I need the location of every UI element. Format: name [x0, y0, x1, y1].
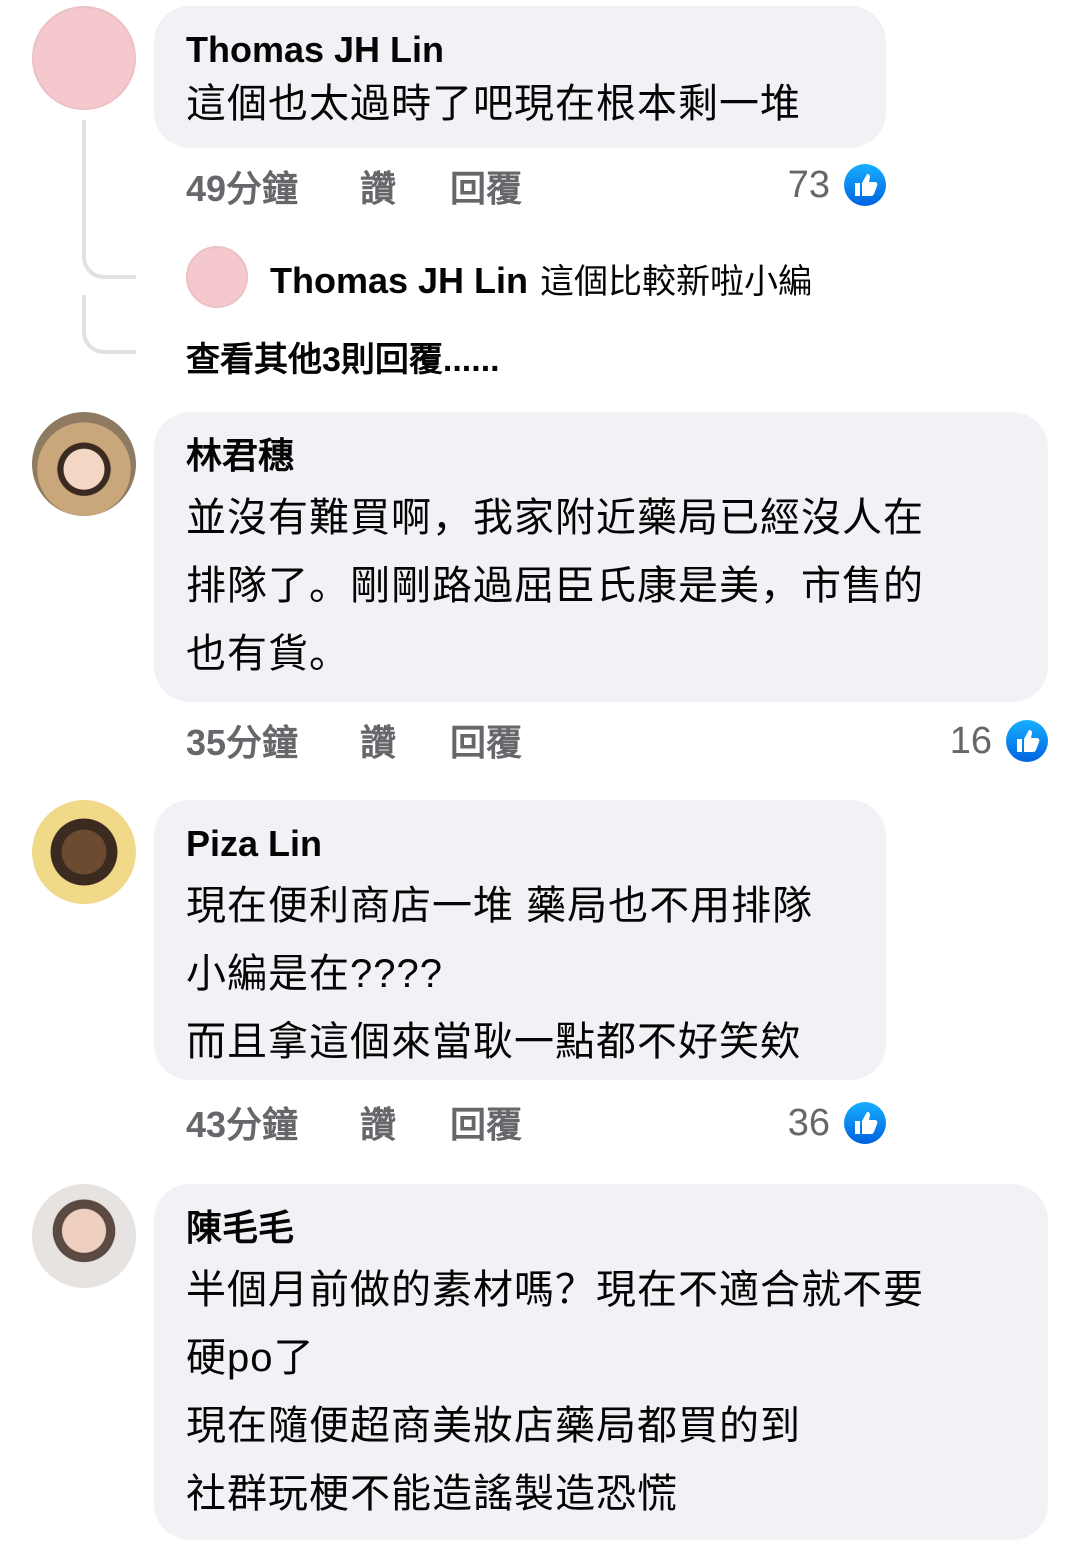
avatar[interactable]	[186, 246, 248, 308]
like-thumbs-up-icon	[844, 164, 886, 206]
comment-line: 現在隨便超商美妝店藥局都買的到	[186, 1404, 801, 1448]
reply-preview[interactable]: Thomas JH Lin 這個比較新啦小編	[270, 254, 812, 303]
comment-line: 硬po了	[186, 1336, 315, 1380]
reply-button[interactable]: 回覆	[450, 164, 522, 214]
comment-line: 社群玩梗不能造謠製造恐慌	[186, 1472, 678, 1516]
reaction-count-number: 16	[949, 720, 992, 762]
comment-author[interactable]: 陳毛毛	[186, 1206, 1016, 1250]
reaction-count-number: 73	[787, 164, 830, 206]
view-more-replies-link[interactable]: 查看其他3則回覆......	[186, 332, 500, 381]
reaction-count-number: 36	[787, 1102, 830, 1144]
comment-bubble: Thomas JH Lin 這個也太過時了吧現在根本剩一堆	[154, 6, 886, 148]
reply-button[interactable]: 回覆	[450, 1100, 522, 1150]
comment-actions: 49分鐘 讚 回覆	[186, 164, 586, 214]
comment-author[interactable]: 林君穗	[186, 434, 1016, 478]
thread-branch	[82, 295, 136, 354]
like-thumbs-up-icon	[844, 1102, 886, 1144]
comment-line: 這個也太過時了吧現在根本剩一堆	[186, 82, 801, 126]
comment-line: 並沒有難買啊，我家附近藥局已經沒人在	[186, 496, 924, 540]
comment-author[interactable]: Piza Lin	[186, 822, 854, 866]
comment-time[interactable]: 43分鐘	[186, 1100, 298, 1150]
avatar[interactable]	[32, 1184, 136, 1288]
thread-branch	[82, 225, 136, 279]
comment-bubble: Piza Lin 現在便利商店一堆 藥局也不用排隊 小編是在???? 而且拿這個…	[154, 800, 886, 1080]
reaction-count[interactable]: 16	[860, 716, 1048, 766]
comment-line: 小編是在????	[186, 952, 443, 996]
reply-author[interactable]: Thomas JH Lin	[270, 260, 528, 301]
comment-bubble: 林君穗 並沒有難買啊，我家附近藥局已經沒人在 排隊了。剛剛路過屈臣氏康是美，市售…	[154, 412, 1048, 702]
comment-line: 也有貨。	[186, 632, 350, 676]
avatar[interactable]	[32, 6, 136, 110]
comment-author[interactable]: Thomas JH Lin	[186, 28, 854, 72]
comment-line: 而且拿這個來當耿一點都不好笑欸	[186, 1020, 801, 1064]
comment-bubble: 陳毛毛 半個月前做的素材嗎？現在不適合就不要 硬po了 現在隨便超商美妝店藥局都…	[154, 1184, 1048, 1540]
reply-button[interactable]: 回覆	[450, 718, 522, 768]
reaction-count[interactable]: 73	[700, 160, 886, 210]
avatar[interactable]	[32, 412, 136, 516]
avatar[interactable]	[32, 800, 136, 904]
comment-line: 排隊了。剛剛路過屈臣氏康是美，市售的	[186, 564, 924, 608]
reaction-count[interactable]: 36	[700, 1098, 886, 1148]
comment-actions: 35分鐘 讚 回覆	[186, 718, 586, 768]
like-button[interactable]: 讚	[360, 164, 396, 214]
comment-time[interactable]: 49分鐘	[186, 164, 298, 214]
like-thumbs-up-icon	[1006, 720, 1048, 762]
like-button[interactable]: 讚	[360, 1100, 396, 1150]
comment-line: 現在便利商店一堆 藥局也不用排隊	[186, 884, 814, 928]
comment-time[interactable]: 35分鐘	[186, 718, 298, 768]
comment-actions: 43分鐘 讚 回覆	[186, 1100, 586, 1150]
reply-text: 這個比較新啦小編	[540, 263, 813, 301]
comment-line: 半個月前做的素材嗎？現在不適合就不要	[186, 1268, 924, 1312]
thread-line	[82, 120, 86, 230]
like-button[interactable]: 讚	[360, 718, 396, 768]
